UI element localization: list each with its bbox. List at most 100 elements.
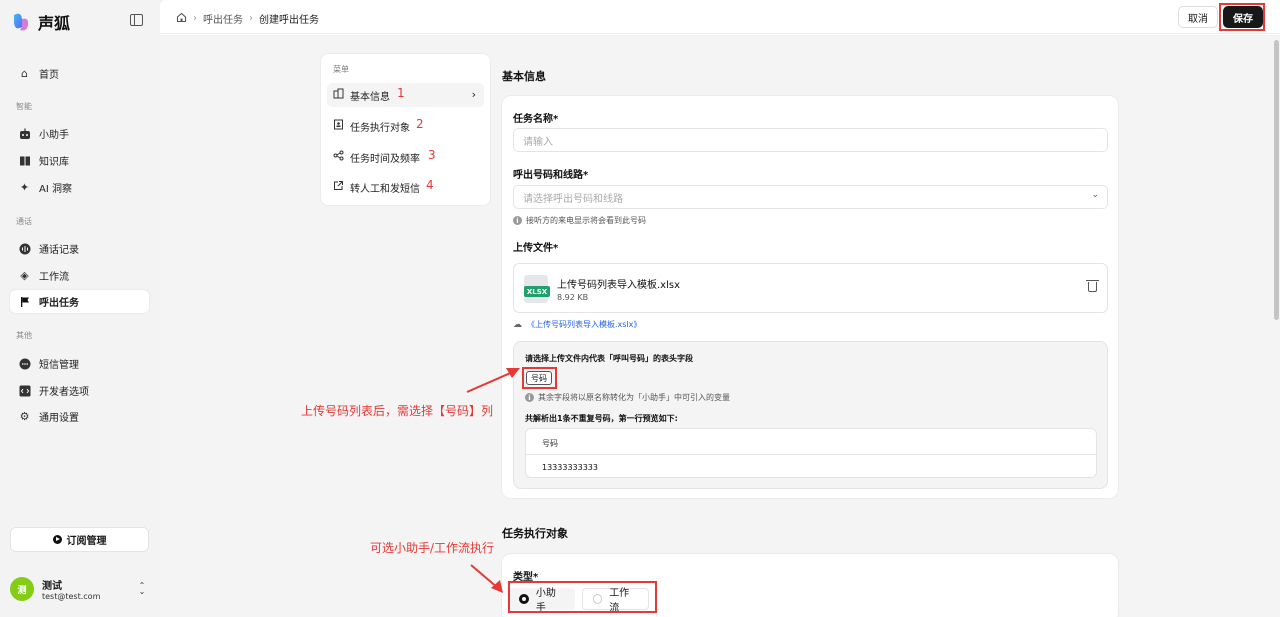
sidebar-item-label: 开发者选项 bbox=[39, 387, 89, 398]
annotation-mapping-note: 上传号码列表后，需选择【号码】列 bbox=[301, 404, 494, 418]
mapping-hint: i 其余字段将以原名称转化为「小助手」中可引入的变量 bbox=[525, 392, 730, 403]
menu-title: 菜单 bbox=[333, 65, 349, 74]
sidebar-item-developer[interactable]: 开发者选项 bbox=[10, 379, 149, 402]
sidebar-item-sms[interactable]: 短信管理 bbox=[10, 352, 149, 375]
preview-table: 号码 13333333333 bbox=[525, 428, 1097, 478]
avatar: 测 bbox=[10, 577, 34, 601]
table-divider bbox=[526, 454, 1096, 455]
uploaded-file: XLSX 上传号码列表导入模板.xlsx 8.92 KB bbox=[513, 263, 1108, 313]
play-circle-icon bbox=[52, 535, 62, 544]
chevron-right-icon: › bbox=[193, 13, 197, 24]
section-title-basic: 基本信息 bbox=[502, 70, 546, 83]
menu-item-basic-info[interactable]: 基本信息 › bbox=[327, 83, 484, 107]
export-icon bbox=[333, 180, 344, 194]
sidebar-item-label: 首页 bbox=[39, 70, 59, 81]
line-select[interactable]: 请选择呼出号码和线路 ⌄ bbox=[513, 185, 1108, 209]
user-name: 测试 bbox=[42, 581, 62, 592]
workflow-icon: ◈ bbox=[20, 269, 29, 282]
menu-item-transfer-sms[interactable]: 转人工和发短信 bbox=[327, 175, 484, 199]
sidebar-item-call-records[interactable]: 通话记录 bbox=[10, 237, 149, 260]
gear-icon: ⚙ bbox=[19, 410, 30, 423]
sidebar-item-label: 短信管理 bbox=[39, 360, 79, 371]
sidebar-section-smart: 智能 bbox=[16, 102, 32, 111]
sidebar-item-outbound-task[interactable]: 呼出任务 bbox=[10, 290, 149, 313]
sidebar-toggle-icon[interactable] bbox=[130, 14, 143, 26]
sidebar-item-assistant[interactable]: 小助手 bbox=[10, 122, 149, 145]
placeholder: 请选择呼出号码和线路 bbox=[523, 193, 623, 205]
upload-label: 上传文件* bbox=[513, 243, 559, 254]
sidebar-item-label: 呼出任务 bbox=[39, 298, 79, 309]
annotation-number: 4 bbox=[426, 178, 434, 192]
breadcrumb-current: 创建呼出任务 bbox=[259, 15, 319, 26]
sidebar-item-knowledge[interactable]: 知识库 bbox=[10, 149, 149, 172]
file-size: 8.92 KB bbox=[557, 293, 589, 302]
brand-logo[interactable]: 声狐 bbox=[10, 10, 70, 34]
mapping-title: 请选择上传文件内代表「呼叫号码」的表头字段 bbox=[525, 354, 693, 363]
top-bar: › 呼出任务 › 创建呼出任务 取消 保存 bbox=[160, 0, 1280, 34]
code-icon bbox=[18, 384, 31, 397]
annotation-highlight-chip bbox=[522, 367, 557, 389]
contact-book-icon bbox=[333, 119, 344, 133]
menu-item-label: 基本信息 bbox=[350, 91, 390, 103]
section-title-exec: 任务执行对象 bbox=[502, 527, 568, 540]
sidebar-item-label: 知识库 bbox=[39, 157, 69, 168]
robot-icon bbox=[18, 127, 31, 140]
menu-item-schedule[interactable]: 任务时间及频率 bbox=[327, 145, 484, 169]
sidebar-item-ai-insight[interactable]: ✦ AI 洞察 bbox=[10, 176, 149, 199]
line-hint: i 接听方的来电显示将会看到此号码 bbox=[513, 215, 646, 226]
book-icon bbox=[18, 154, 31, 167]
menu-item-label: 任务时间及频率 bbox=[350, 153, 420, 165]
link-text: 《上传号码列表导入模板.xslx》 bbox=[527, 320, 642, 329]
logo-icon bbox=[10, 11, 32, 33]
annotation-number: 2 bbox=[416, 117, 424, 131]
file-name: 上传号码列表导入模板.xlsx bbox=[557, 280, 681, 291]
chevron-right-icon: › bbox=[471, 88, 476, 101]
cloud-upload-icon: ☁ bbox=[513, 319, 522, 330]
chat-icon bbox=[18, 357, 31, 370]
sidebar-item-workflow[interactable]: ◈ 工作流 bbox=[10, 264, 149, 287]
breadcrumb: › 呼出任务 › 创建呼出任务 bbox=[176, 11, 319, 26]
user-email: test@test.com bbox=[42, 592, 101, 601]
sidebar-item-label: 通话记录 bbox=[39, 245, 79, 256]
subscribe-label: 订阅管理 bbox=[66, 536, 107, 547]
placeholder: 请输入 bbox=[523, 136, 553, 148]
annotation-highlight-radio bbox=[508, 581, 657, 613]
sidebar-item-label: 工作流 bbox=[39, 272, 69, 283]
column-mapping-panel: 请选择上传文件内代表「呼叫号码」的表头字段 号码 i 其余字段将以原名称转化为「… bbox=[513, 341, 1108, 489]
template-download-link[interactable]: ☁ 《上传号码列表导入模板.xslx》 bbox=[513, 319, 641, 330]
sidebar-item-label: AI 洞察 bbox=[39, 184, 72, 195]
xlsx-badge: XLSX bbox=[524, 286, 550, 297]
menu-item-label: 任务执行对象 bbox=[350, 122, 410, 134]
home-icon[interactable] bbox=[176, 12, 187, 26]
task-name-input[interactable]: 请输入 bbox=[513, 128, 1108, 152]
brand-name: 声狐 bbox=[38, 14, 71, 33]
sidebar-item-label: 小助手 bbox=[39, 130, 69, 141]
chevron-down-icon: ⌄ bbox=[1091, 190, 1099, 200]
info-icon: i bbox=[513, 216, 522, 225]
home-icon: ⌂ bbox=[21, 67, 28, 80]
building-icon bbox=[333, 88, 344, 102]
menu-item-exec-target[interactable]: 任务执行对象 bbox=[327, 114, 484, 138]
hint-text: 其余字段将以原名称转化为「小助手」中可引入的变量 bbox=[538, 393, 730, 402]
annotation-number: 3 bbox=[428, 148, 436, 162]
chevron-up-down-icon[interactable]: ⌃ ⌄ bbox=[137, 582, 147, 596]
main-panel: › 呼出任务 › 创建呼出任务 取消 保存 5 菜单 基本信息 › 任务执行对象 bbox=[160, 0, 1280, 617]
trash-icon[interactable] bbox=[1086, 280, 1099, 292]
scrollbar-thumb[interactable] bbox=[1274, 40, 1279, 320]
annotation-number: 1 bbox=[397, 86, 405, 100]
line-label: 呼出号码和线路* bbox=[513, 170, 589, 181]
menu-item-label: 转人工和发短信 bbox=[350, 183, 420, 195]
info-icon: i bbox=[525, 393, 534, 402]
sparkle-icon: ✦ bbox=[19, 181, 30, 194]
sidebar-item-home[interactable]: ⌂ 首页 bbox=[10, 62, 149, 85]
annotation-type-note: 可选小助手/工作流执行 bbox=[370, 541, 495, 555]
audio-wave-icon bbox=[18, 242, 31, 255]
share-nodes-icon bbox=[333, 150, 344, 164]
cancel-button[interactable]: 取消 bbox=[1178, 6, 1218, 28]
sidebar-item-settings[interactable]: ⚙ 通用设置 bbox=[10, 405, 149, 428]
user-profile[interactable]: 测 测试 test@test.com ⌃ ⌄ bbox=[10, 576, 149, 602]
section-menu: 菜单 基本信息 › 任务执行对象 任务时间及频率 转人工和发短信 bbox=[320, 53, 491, 206]
subscribe-button[interactable]: 订阅管理 bbox=[10, 527, 149, 552]
breadcrumb-item[interactable]: 呼出任务 bbox=[203, 11, 243, 26]
hint-text: 接听方的来电显示将会看到此号码 bbox=[526, 216, 646, 225]
